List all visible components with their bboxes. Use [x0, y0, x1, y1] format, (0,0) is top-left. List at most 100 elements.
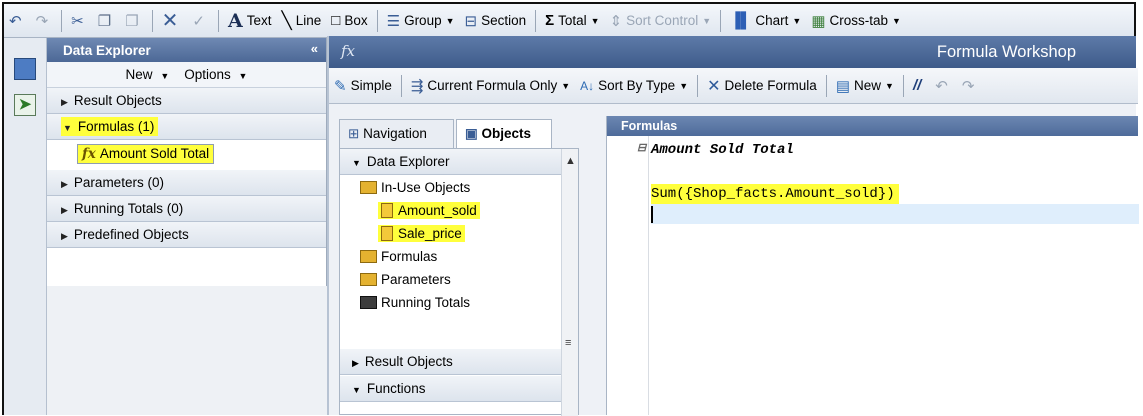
tree-item-sale-price[interactable]: Sale_price [340, 222, 562, 245]
fx-icon: fx [341, 42, 356, 60]
group-button[interactable]: ☰ Group ▼ [382, 8, 460, 34]
nav-section-result-objects[interactable]: ▶ Result Objects [340, 349, 562, 375]
parameters-icon [360, 273, 377, 286]
section-formulas[interactable]: ▼ Formulas (1) [47, 114, 326, 140]
tab-navigation[interactable]: ⊞ Navigation [339, 119, 454, 148]
dropdown-arrow-icon: ▼ [561, 80, 571, 91]
undo-formula-button[interactable]: ↶ [930, 73, 957, 99]
formula-item-box[interactable]: fx Amount Sold Total [77, 144, 215, 164]
tree-item-amount-sold[interactable]: Amount_sold [340, 199, 562, 222]
nav-section-data-explorer[interactable]: ▼ Data Explorer [340, 149, 562, 175]
crosstab-button[interactable]: ▦ Cross-tab ▼ [806, 8, 906, 34]
side-icon-strip: ➤ [4, 38, 47, 415]
dropdown-arrow-icon: ▼ [702, 15, 712, 26]
panel-title: Data Explorer [63, 43, 151, 58]
options-menu[interactable]: Options ▼ [184, 67, 247, 82]
workshop-toolbar: ✎ Simple ⇶ Current Formula Only ▼ A↓ Sort By… [329, 68, 1138, 104]
tree-scrollbar[interactable]: ▲ ≡ [561, 149, 578, 416]
copy-button[interactable]: ❐ [93, 8, 120, 34]
comment-slashes-icon: // [912, 77, 922, 94]
objects-navigator: ⊞ Navigation ▣ Objects ▼ Data Explorer In… [339, 116, 579, 416]
data-explorer-icon[interactable] [14, 58, 36, 80]
dropdown-arrow-icon: ▼ [238, 71, 248, 81]
scroll-up-arrow-icon[interactable]: ▲ [565, 155, 576, 167]
dropdown-arrow-icon: ▼ [160, 71, 170, 81]
running-totals-icon [360, 296, 377, 309]
box-icon: □ [331, 12, 341, 29]
sale-price-highlight: Sale_price [378, 225, 465, 242]
cursor-line[interactable] [651, 204, 1139, 224]
delete-button[interactable]: ✕ [157, 8, 188, 34]
folder-icon [360, 181, 377, 194]
simple-button[interactable]: ✎ Simple [329, 73, 397, 99]
section-predefined-objects[interactable]: ▶ Predefined Objects [47, 222, 326, 248]
objects-tab-icon: ▣ [465, 126, 478, 141]
sort-by-type-button[interactable]: A↓ Sort By Type ▼ [575, 73, 693, 99]
paste-icon: ❐ [125, 12, 139, 30]
box-label: Box [344, 13, 368, 28]
sort-control-label: Sort Control [626, 13, 699, 28]
dropdown-arrow-icon: ▼ [679, 80, 689, 91]
tab-objects[interactable]: ▣ Objects [456, 119, 552, 149]
section-parameters[interactable]: ▶ Parameters (0) [47, 170, 326, 196]
data-explorer-header: Data Explorer « [47, 38, 326, 62]
tree-item-parameters[interactable]: Parameters [340, 268, 562, 291]
expand-arrow-icon: ▶ [352, 358, 359, 368]
undo-button[interactable]: ↶ [4, 8, 31, 34]
collapse-arrow-icon: ▼ [352, 158, 361, 168]
section-button[interactable]: ⊟ Section [460, 8, 532, 34]
tree-item-running-totals[interactable]: Running Totals [340, 291, 562, 314]
redo-button[interactable]: ↷ [31, 8, 58, 34]
section-label: Section [481, 13, 527, 28]
navigation-map-icon[interactable]: ➤ [14, 94, 36, 116]
section-result-objects[interactable]: ▶ Result Objects [47, 88, 326, 114]
format-painter-button[interactable]: ✓ [187, 8, 214, 34]
sigma-icon: Σ [545, 12, 555, 29]
box-button[interactable]: □ Box [326, 8, 372, 34]
paste-button[interactable]: ❐ [120, 8, 147, 34]
section-running-totals[interactable]: ▶ Running Totals (0) [47, 196, 326, 222]
line-label: Line [295, 13, 322, 28]
formula-text-line: Sum({Shop_facts.Amount_sold}) [651, 180, 1139, 205]
text-button[interactable]: A Text [223, 8, 277, 34]
crosstab-icon: ▦ [811, 12, 826, 30]
sort-az-icon: A↓ [580, 78, 595, 93]
delete-formula-button[interactable]: ✕ Delete Formula [702, 73, 822, 99]
simple-mode-icon: ✎ [334, 77, 347, 95]
objects-tree: In-Use Objects Amount_sold Sale_price Fo… [340, 176, 562, 314]
data-explorer-empty-area [47, 286, 327, 415]
check-icon: ✓ [192, 12, 205, 30]
line-button[interactable]: ╲ Line [277, 8, 327, 34]
object-field-icon [381, 226, 393, 241]
new-menu[interactable]: New ▼ [126, 67, 170, 82]
sort-control-button[interactable]: ⇕ Sort Control ▼ [605, 8, 717, 34]
tree-item-in-use-objects[interactable]: In-Use Objects [340, 176, 562, 199]
bar-chart-icon: ▐▌ [730, 12, 752, 29]
tree-item-formulas[interactable]: Formulas [340, 245, 562, 268]
scroll-grip-icon[interactable]: ≡ [565, 337, 571, 349]
formula-list-item[interactable]: fx Amount Sold Total [47, 140, 326, 170]
dropdown-arrow-icon: ▼ [885, 80, 894, 91]
cut-button[interactable]: ✂ [66, 8, 93, 34]
redo-icon: ↷ [35, 12, 49, 30]
dropdown-arrow-icon: ▼ [445, 15, 455, 26]
toolbar-divider [217, 9, 219, 32]
dropdown-arrow-icon: ▼ [892, 15, 901, 26]
chart-button[interactable]: ▐▌ Chart ▼ [725, 8, 806, 34]
dropdown-arrow-icon: ▼ [792, 15, 802, 26]
total-button[interactable]: Σ Total ▼ [540, 8, 604, 34]
comment-button[interactable]: // [908, 73, 930, 99]
formulas-highlight: ▼ Formulas (1) [61, 117, 159, 136]
code-area[interactable]: ⊟ Amount Sold Total Sum({Shop_facts.Amoun… [637, 136, 1139, 224]
collapse-chevron-icon[interactable]: « [311, 41, 318, 56]
expand-arrow-icon: ▶ [61, 97, 68, 107]
section-icon: ⊟ [464, 12, 478, 30]
redo-icon: ↷ [961, 77, 975, 95]
chart-label: Chart [755, 13, 789, 28]
nav-section-functions[interactable]: ▼ Functions [340, 376, 562, 402]
redo-formula-button[interactable]: ↷ [957, 73, 984, 99]
new-formula-button[interactable]: ▤ New ▼ [831, 73, 899, 99]
current-formula-only-button[interactable]: ⇶ Current Formula Only ▼ [406, 73, 575, 99]
collapse-minus-icon[interactable]: ⊟ [637, 141, 646, 155]
toolbar-divider [825, 74, 827, 97]
